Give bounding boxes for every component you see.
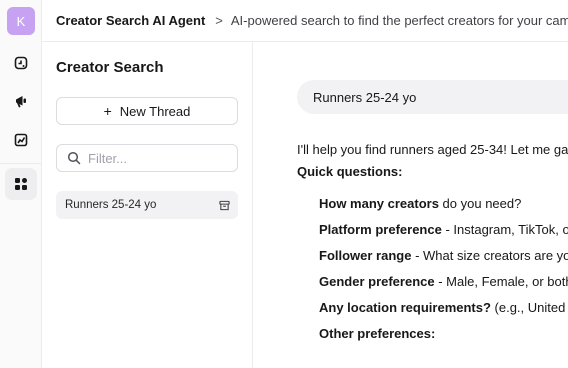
breadcrumb: Creator Search AI Agent > AI-powered sea… — [42, 0, 568, 42]
rail-item-analytics[interactable] — [5, 124, 37, 156]
rail-divider — [0, 163, 42, 164]
avatar-letter: K — [16, 13, 26, 29]
chat-icon — [14, 56, 28, 70]
assistant-message: I'll help you find runners aged 25-34! L… — [297, 142, 568, 351]
filter-input[interactable] — [88, 150, 228, 166]
list-item: Other preferences: — [319, 325, 568, 351]
question-bold: Other preferences: — [319, 326, 436, 341]
new-thread-label: New Thread — [119, 103, 191, 119]
question-text: do you need? — [438, 196, 522, 211]
question-bold: Platform preference — [319, 222, 442, 237]
question-bold: Gender preference — [319, 274, 435, 289]
list-item: Follower range - What size creators are … — [319, 247, 568, 273]
apps-icon — [15, 178, 27, 190]
list-item: How many creators do you need? — [319, 195, 568, 221]
assistant-heading: Quick questions: — [297, 164, 403, 179]
question-text: (e.g., United States) — [494, 300, 568, 315]
list-item: Any location requirements? (e.g., United… — [319, 299, 568, 325]
thread-item[interactable]: Runners 25-24 yo — [56, 191, 238, 219]
question-bold: Follower range — [319, 248, 412, 263]
workspace-avatar[interactable]: K — [7, 7, 35, 35]
question-bold: How many creators — [319, 196, 439, 211]
question-text: - Instagram, TikTok, or YouTube? — [445, 222, 568, 237]
rail-item-campaigns[interactable] — [5, 85, 37, 117]
rail-item-apps[interactable] — [5, 168, 37, 200]
list-item: Platform preference - Instagram, TikTok,… — [319, 221, 568, 247]
plus-icon: + — [103, 103, 112, 119]
filter-field[interactable] — [56, 144, 238, 172]
user-message: Runners 25-24 yo — [297, 80, 568, 114]
megaphone-icon — [16, 96, 26, 108]
question-text: - What size creators are you looking for… — [415, 248, 568, 263]
new-thread-button[interactable]: + New Thread — [56, 97, 238, 125]
page-title[interactable]: Creator Search AI Agent — [56, 13, 205, 28]
user-message-text: Runners 25-24 yo — [313, 89, 417, 105]
page-description: AI-powered search to find the perfect cr… — [230, 13, 568, 28]
breadcrumb-separator: > — [215, 13, 223, 28]
analytics-icon — [14, 133, 28, 147]
question-text: - Male, Female, or both? — [434, 274, 568, 289]
assistant-intro: I'll help you find runners aged 25-34! L… — [297, 142, 568, 157]
search-icon — [67, 151, 81, 165]
thread-sidebar: Creator Search + New Thread Runners 25-2… — [42, 42, 253, 368]
thread-label: Runners 25-24 yo — [65, 199, 157, 211]
question-bold: Any location requirements? — [319, 300, 491, 315]
question-list: How many creators do you need? Platform … — [297, 195, 568, 351]
list-item: Gender preference - Male, Female, or bot… — [319, 273, 568, 299]
icon-rail: K — [0, 0, 42, 368]
archive-icon[interactable] — [219, 200, 230, 211]
sidebar-title: Creator Search — [56, 59, 164, 76]
rail-item-chat[interactable] — [5, 47, 37, 79]
chat-panel: Runners 25-24 yo I'll help you find runn… — [253, 42, 568, 368]
